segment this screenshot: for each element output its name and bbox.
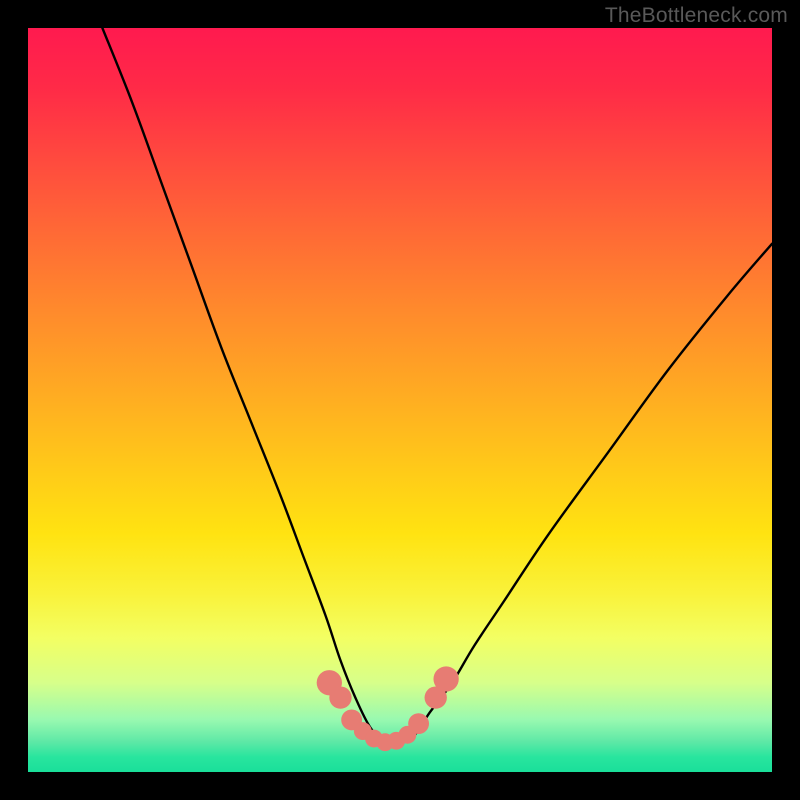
highlight-dot	[408, 713, 429, 734]
highlight-dot	[433, 666, 458, 691]
chart-svg	[28, 28, 772, 772]
highlight-dot	[329, 686, 351, 708]
chart-frame: TheBottleneck.com	[0, 0, 800, 800]
plot-area	[28, 28, 772, 772]
bottleneck-curve	[102, 28, 772, 744]
attribution-watermark: TheBottleneck.com	[605, 4, 788, 28]
